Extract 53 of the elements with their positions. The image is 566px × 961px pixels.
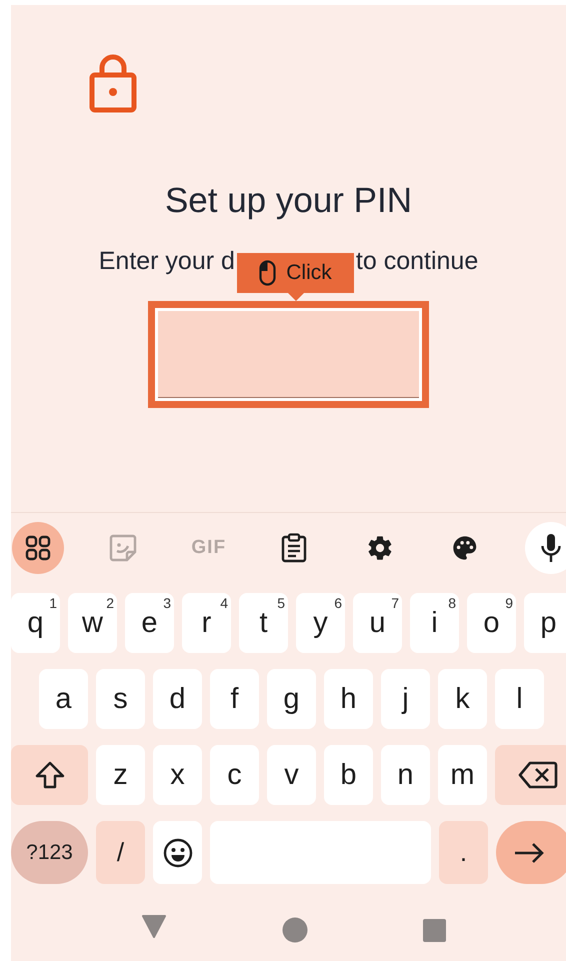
key-hint: 7 [391,595,399,611]
microphone-icon [540,532,562,562]
letter-key[interactable]: z [96,745,145,805]
key-hint: 9 [505,595,513,611]
lock-icon [89,53,137,113]
back-icon[interactable] [141,914,167,938]
backspace-key[interactable] [495,745,566,805]
grid-icon [24,534,51,560]
settings-icon [366,534,394,562]
key-hint: 1 [49,595,57,611]
click-tooltip: Click [237,253,354,293]
letter-key[interactable]: m [438,745,487,805]
letter-key[interactable]: b [324,745,373,805]
letter-key[interactable]: x [153,745,202,805]
key-hint: 6 [334,595,342,611]
letter-key[interactable]: g [267,669,316,729]
subtitle-text: Enter your d [98,246,235,277]
key-hint: 8 [448,595,456,611]
emoji-key[interactable] [153,821,202,884]
letter-key[interactable]: p [524,593,566,653]
letter-key[interactable]: s [96,669,145,729]
letter-key[interactable]: l [495,669,544,729]
screen-title: Set up your PIN [164,180,414,222]
mouse-icon [259,260,276,286]
letter-key[interactable]: k [438,669,487,729]
punctuation-key[interactable]: . [439,821,488,884]
smiley-icon [162,838,192,868]
key-hint: 4 [220,595,228,611]
letter-key[interactable]: f [210,669,259,729]
pin-field[interactable] [158,311,419,398]
letter-key[interactable]: j [381,669,430,729]
key-hint: 2 [106,595,114,611]
punctuation-key[interactable]: / [96,821,145,884]
sticker-icon [108,532,138,562]
letter-key[interactable]: c [210,745,259,805]
enter-key[interactable] [496,821,566,884]
letter-key[interactable]: n [381,745,430,805]
home-icon[interactable] [282,917,308,943]
key-hint: 3 [163,595,171,611]
shift-icon [34,760,66,790]
letter-key[interactable]: d [153,669,202,729]
letter-key[interactable]: a [39,669,88,729]
clipboard-icon [281,532,308,562]
letter-key[interactable]: v [267,745,316,805]
arrow-icon [512,842,544,864]
key-hint: 5 [277,595,285,611]
symbols-key[interactable]: ?123 [11,821,88,884]
apps-button[interactable] [12,522,64,574]
letter-key[interactable]: h [324,669,373,729]
shift-key[interactable] [11,745,88,805]
voice-input-button[interactable] [524,522,566,574]
backspace-icon [518,760,558,790]
subtitle-text: to continue [356,246,478,277]
